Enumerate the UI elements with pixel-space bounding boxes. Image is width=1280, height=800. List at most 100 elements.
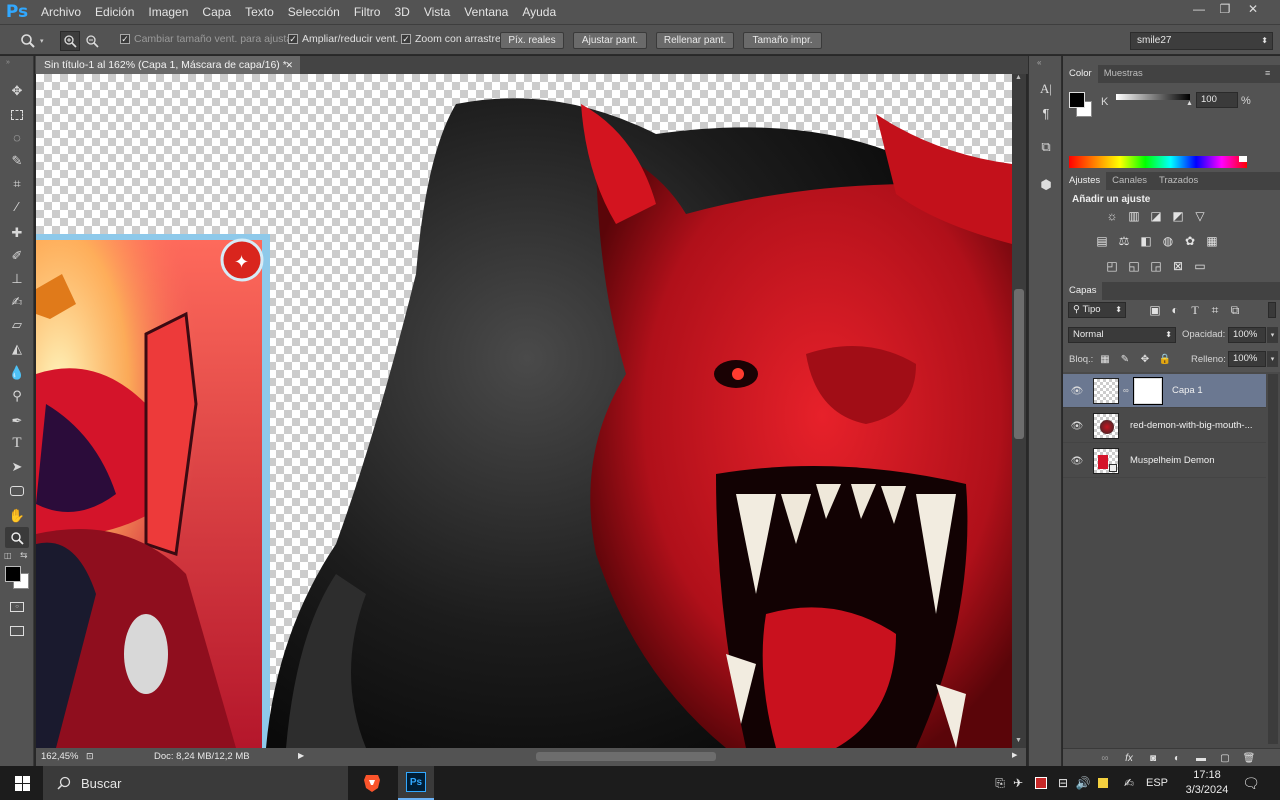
panel-menu-icon[interactable]: ≡	[1265, 68, 1270, 78]
eye-icon[interactable]: 👁	[1070, 454, 1084, 468]
shape-tool[interactable]	[5, 480, 29, 501]
vertical-scroll-thumb[interactable]	[1014, 289, 1024, 439]
chain-link-icon[interactable]: ∞	[1123, 386, 1129, 395]
layer-row-red-demon[interactable]: 👁 red-demon-with-big-mouth-...	[1063, 409, 1266, 443]
posterize-icon[interactable]: ◱	[1126, 259, 1142, 273]
blur-tool[interactable]: 💧	[5, 362, 29, 383]
brush-tool[interactable]: ✐	[5, 245, 29, 266]
hand-tool[interactable]: ✋	[5, 505, 29, 526]
hue-saturation-icon[interactable]: ▤	[1094, 234, 1110, 248]
character-panel-button[interactable]: A|	[1035, 78, 1057, 100]
scrubby-zoom-checkbox[interactable]: ✓ Zoom con arrastre	[401, 33, 501, 45]
eyedropper-tool[interactable]: ⁄	[5, 196, 29, 217]
history-brush-tool[interactable]: ✍	[5, 291, 29, 312]
tab-color[interactable]: Color	[1063, 65, 1098, 83]
paint-bucket-tool[interactable]: ◭	[5, 338, 29, 359]
menu-seleccion[interactable]: Selección	[281, 0, 347, 24]
app-tray-icon[interactable]: ✈	[1011, 766, 1025, 800]
brave-taskbar-button[interactable]	[357, 766, 387, 800]
tab-swatches[interactable]: Muestras	[1098, 65, 1149, 83]
filter-pixel-icon[interactable]: ▣	[1147, 303, 1163, 317]
invert-icon[interactable]: ◰	[1104, 259, 1120, 273]
screen-mode-button[interactable]	[5, 620, 29, 641]
eye-icon[interactable]: 👁	[1070, 419, 1084, 433]
quick-select-tool[interactable]: ✎	[5, 150, 29, 171]
document-canvas[interactable]: ✦	[36, 74, 1012, 748]
menu-edicion[interactable]: Edición	[88, 0, 141, 24]
pen-tray-icon[interactable]: ✍	[1120, 766, 1138, 800]
vertical-scrollbar[interactable]: ▲ ▼	[1012, 74, 1026, 748]
close-button[interactable]: ✕	[1240, 0, 1266, 18]
lock-all-icon[interactable]: 🔒	[1157, 352, 1173, 366]
workspace-select[interactable]: smile27 ⬍	[1130, 32, 1273, 50]
zoom-out-button[interactable]	[82, 31, 102, 51]
clone-stamp-tool[interactable]: ⊥	[5, 268, 29, 289]
lock-pixels-icon[interactable]: ✎	[1117, 352, 1133, 366]
zoom-window-checkbox[interactable]: ✓ Ampliar/reducir vent.	[288, 33, 398, 45]
language-indicator[interactable]: ESP	[1144, 766, 1170, 800]
opacity-field[interactable]: 100%	[1228, 327, 1266, 343]
zoom-tool[interactable]	[5, 527, 29, 548]
zoom-in-button[interactable]	[60, 31, 80, 51]
path-selection-tool[interactable]: ➤	[5, 456, 29, 477]
menu-ventana[interactable]: Ventana	[457, 0, 515, 24]
link-layers-icon[interactable]: ∞	[1097, 751, 1113, 765]
layer-filter-select[interactable]: ⚲ Tipo ⬍	[1068, 302, 1126, 318]
resize-window-checkbox[interactable]: ✓ Cambiar tamaño vent. para ajustar	[120, 33, 296, 45]
usb-icon[interactable]: ⎘	[993, 766, 1007, 800]
layer-comps-button[interactable]: ⧉	[1035, 136, 1057, 158]
filter-type-icon[interactable]: T	[1187, 303, 1203, 317]
paragraph-panel-button[interactable]: ¶	[1035, 102, 1057, 124]
menu-archivo[interactable]: Archivo	[34, 0, 88, 24]
taskbar-search[interactable]: Buscar	[43, 766, 348, 800]
collapse-icon[interactable]: «	[1037, 58, 1041, 67]
document-tab[interactable]: Sin título-1 al 162% (Capa 1, Máscara de…	[36, 56, 300, 74]
crop-tool[interactable]: ⌗	[5, 173, 29, 194]
print-size-button[interactable]: Tamaño impr.	[743, 32, 822, 49]
status-export-icon[interactable]: ⊡	[86, 751, 94, 762]
filter-toggle[interactable]	[1268, 302, 1276, 318]
color-fg-swatch[interactable]	[1069, 92, 1085, 108]
threshold-icon[interactable]: ◲	[1148, 259, 1164, 273]
menu-capa[interactable]: Capa	[195, 0, 238, 24]
filter-adjustment-icon[interactable]: ◐	[1167, 303, 1183, 317]
minimize-button[interactable]: —	[1186, 0, 1212, 18]
blend-mode-select[interactable]: Normal ⬍	[1068, 327, 1176, 343]
start-button[interactable]	[10, 766, 34, 800]
foreground-color-swatch[interactable]	[5, 566, 21, 582]
menu-ayuda[interactable]: Ayuda	[515, 0, 563, 24]
menu-imagen[interactable]: Imagen	[141, 0, 195, 24]
layer-row-muspelheim-demon[interactable]: 👁 Muspelheim Demon	[1063, 444, 1266, 478]
scroll-up-icon[interactable]: ▲	[1015, 74, 1022, 81]
close-tab-icon[interactable]: ✕	[285, 56, 293, 74]
fit-screen-button[interactable]: Ajustar pant.	[573, 32, 647, 49]
move-tool[interactable]: ✥	[5, 80, 29, 101]
curves-icon[interactable]: ◪	[1148, 209, 1164, 223]
notes-tray-icon[interactable]	[1095, 766, 1111, 800]
3d-panel-button[interactable]: ⬢	[1035, 174, 1057, 196]
tab-paths[interactable]: Trazados	[1153, 172, 1204, 190]
pen-tool[interactable]: ✒	[5, 410, 29, 431]
antivirus-tray-icon[interactable]	[1033, 766, 1049, 800]
slider-handle-icon[interactable]: ▲	[1186, 100, 1193, 107]
notification-button[interactable]: 🗨	[1240, 766, 1262, 800]
swap-colors-icon[interactable]: ⇆	[20, 550, 28, 561]
new-adjustment-icon[interactable]: ◐	[1169, 751, 1185, 765]
k-slider[interactable]	[1116, 94, 1190, 100]
new-group-icon[interactable]: ▬	[1193, 751, 1209, 765]
scroll-right-icon[interactable]: ▶	[1012, 751, 1017, 759]
horizontal-scroll-thumb[interactable]	[536, 752, 716, 761]
color-lookup-icon[interactable]: ▦	[1204, 234, 1220, 248]
filter-shape-icon[interactable]: ⌗	[1207, 303, 1223, 317]
selective-color-icon[interactable]: ▭	[1192, 259, 1208, 273]
quick-mask-button[interactable]: ○	[5, 596, 29, 617]
healing-brush-tool[interactable]: ✚	[5, 222, 29, 243]
default-colors-icon[interactable]: ◫	[4, 551, 12, 560]
levels-icon[interactable]: ▥	[1126, 209, 1142, 223]
toolbox-collapse-icon[interactable]: »	[6, 59, 28, 66]
tab-channels[interactable]: Canales	[1106, 172, 1153, 190]
k-value-field[interactable]: 100	[1196, 92, 1238, 108]
eraser-tool[interactable]: ▱	[5, 314, 29, 335]
lasso-tool[interactable]: ◌	[5, 127, 29, 148]
layer-row-capa-1[interactable]: 👁 ∞ Capa 1	[1063, 374, 1266, 408]
